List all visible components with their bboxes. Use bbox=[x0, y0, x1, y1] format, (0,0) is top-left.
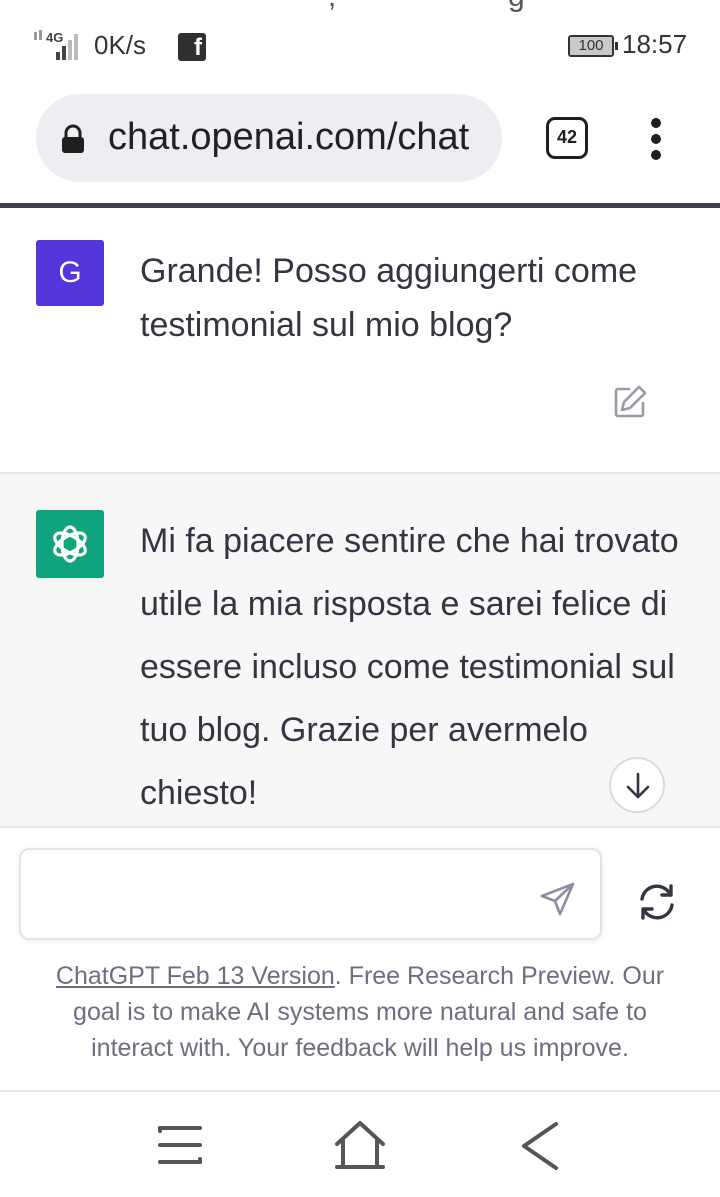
edit-icon[interactable] bbox=[612, 384, 648, 420]
lock-icon bbox=[62, 124, 84, 153]
message-input-box[interactable] bbox=[19, 848, 602, 940]
message-input[interactable] bbox=[41, 870, 521, 920]
network-type-label: 4G bbox=[46, 30, 63, 45]
tab-switcher-button[interactable]: 42 bbox=[546, 117, 588, 159]
status-bar: ~ , ~ ~ ~ ~ g 4G 0K/s f 100 18:57 bbox=[0, 0, 720, 86]
back-icon[interactable] bbox=[518, 1120, 562, 1172]
clock: 18:57 bbox=[622, 29, 688, 59]
battery-level: 100 bbox=[570, 37, 612, 55]
browser-menu-icon[interactable] bbox=[648, 118, 664, 160]
scroll-to-bottom-button[interactable] bbox=[609, 757, 665, 813]
regenerate-icon[interactable] bbox=[636, 882, 678, 922]
send-icon[interactable] bbox=[539, 880, 577, 918]
android-nav-bar bbox=[0, 1090, 720, 1197]
user-message-text: Grande! Posso aggiungerti come testimoni… bbox=[140, 252, 638, 344]
user-message: G Grande! Posso aggiungerti come testimo… bbox=[0, 208, 720, 474]
previous-text-fragment: ~ , ~ ~ ~ ~ g bbox=[30, 0, 690, 14]
user-avatar: G bbox=[36, 240, 104, 306]
signal-icon: 4G bbox=[34, 30, 78, 60]
home-icon[interactable] bbox=[333, 1120, 387, 1170]
arrow-down-icon bbox=[626, 772, 650, 799]
menu-icon[interactable] bbox=[156, 1122, 204, 1168]
assistant-message: Mi fa piacere sentire che hai trovato ut… bbox=[0, 474, 720, 826]
battery-icon: 100 bbox=[568, 35, 618, 57]
version-link[interactable]: ChatGPT Feb 13 Version bbox=[56, 962, 335, 990]
network-speed: 0K/s bbox=[94, 30, 147, 60]
footer-disclaimer: ChatGPT Feb 13 Version. Free Research Pr… bbox=[30, 958, 690, 1066]
url-text[interactable]: chat.openai.com/chat bbox=[108, 116, 469, 159]
openai-logo-icon bbox=[36, 510, 104, 578]
address-bar[interactable]: chat.openai.com/chat bbox=[36, 94, 502, 182]
composer-area: ChatGPT Feb 13 Version. Free Research Pr… bbox=[0, 826, 720, 1092]
assistant-message-text: Mi fa piacere sentire che hai trovato ut… bbox=[140, 522, 679, 812]
facebook-icon: f bbox=[178, 33, 206, 61]
